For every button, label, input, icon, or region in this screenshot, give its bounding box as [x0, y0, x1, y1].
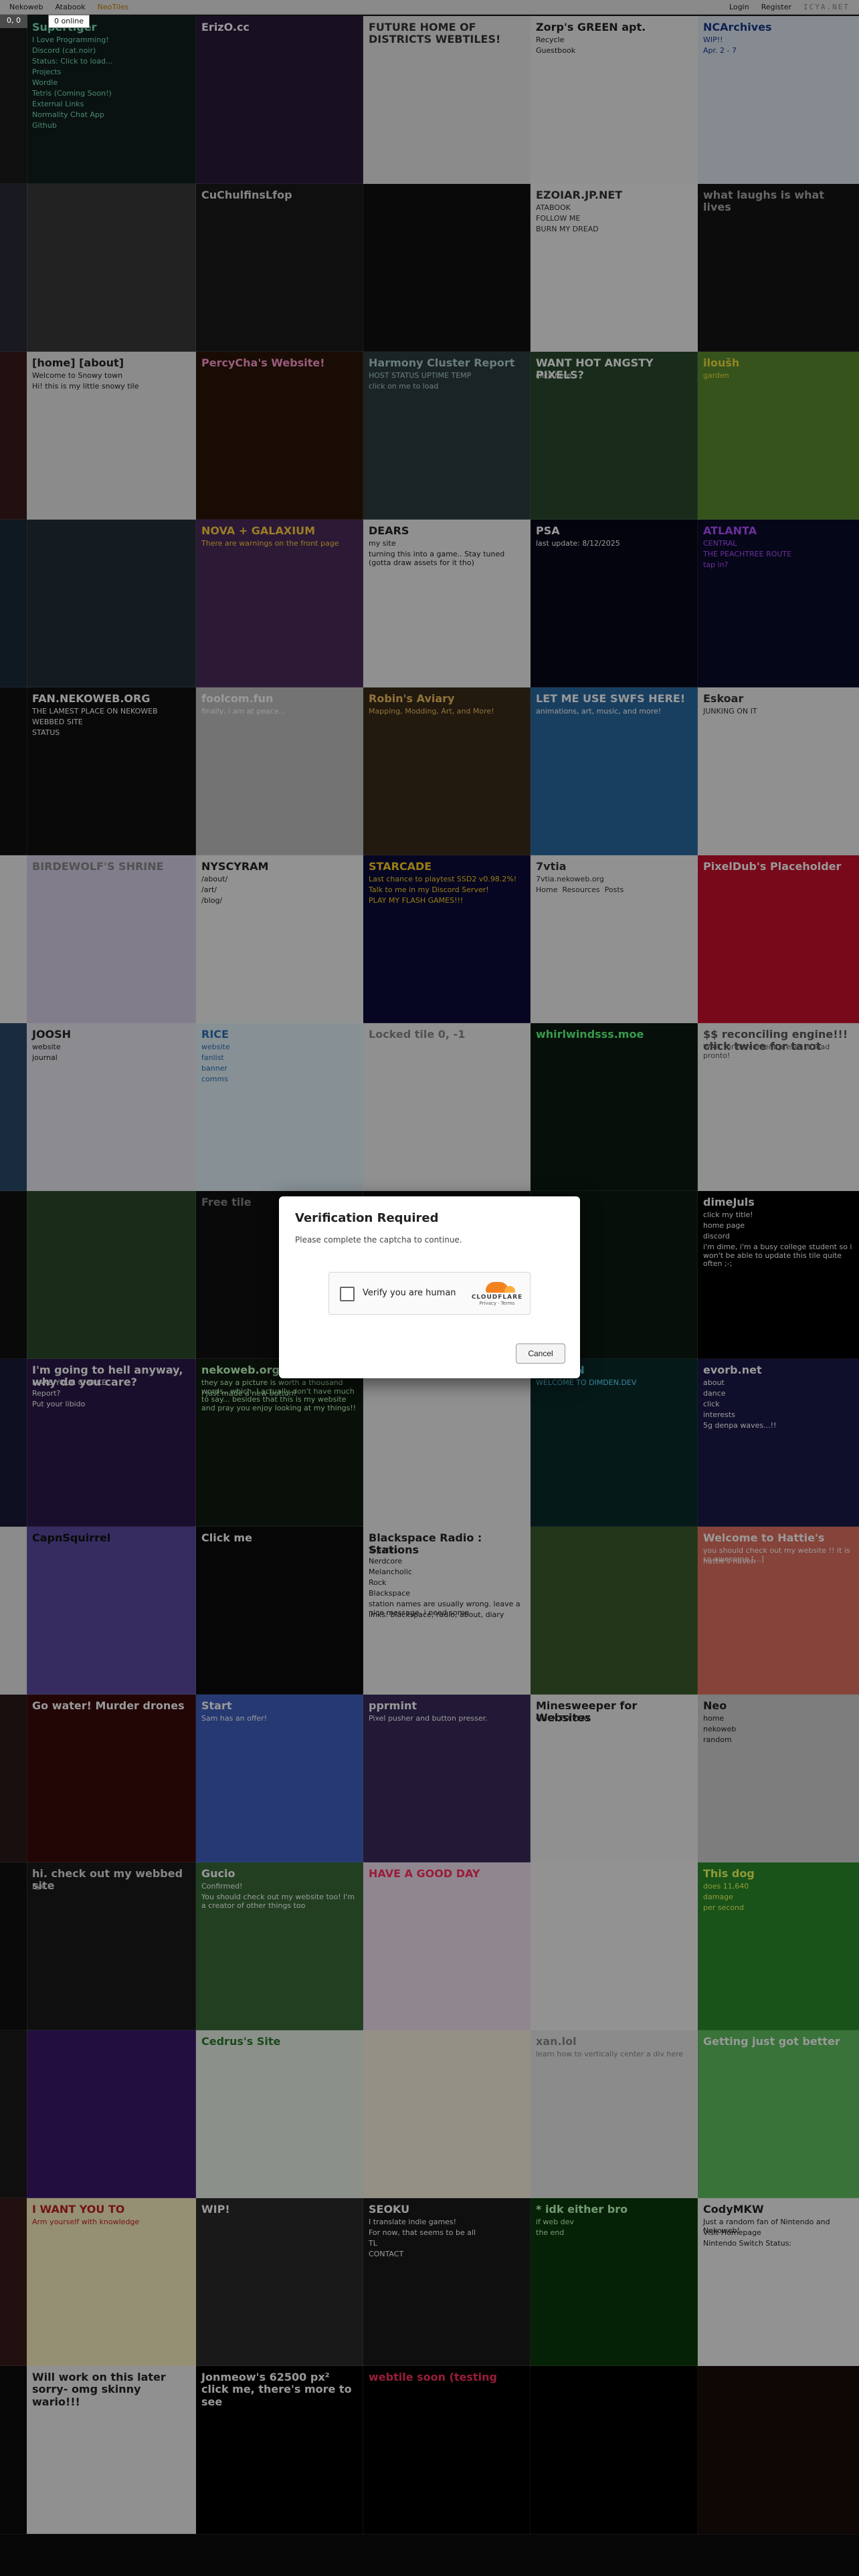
cloudflare-links[interactable]: Privacy · Terms: [471, 1301, 523, 1306]
verification-dialog: Verification Required Please complete th…: [279, 1196, 580, 1378]
captcha-label: Verify you are human: [363, 1288, 456, 1298]
online-count: 0 online: [48, 15, 90, 28]
cancel-button[interactable]: Cancel: [516, 1344, 565, 1364]
dialog-title: Verification Required: [295, 1211, 439, 1225]
captcha-checkbox[interactable]: [340, 1287, 355, 1301]
cloudflare-wordmark: CLOUDFLARE: [471, 1294, 523, 1301]
cloudflare-cloud-icon: [486, 1282, 515, 1293]
dialog-message: Please complete the captcha to continue.: [295, 1235, 462, 1245]
coordinate-readout: 0, 0: [0, 15, 27, 28]
cloudflare-logo: CLOUDFLARE Privacy · Terms: [471, 1282, 523, 1306]
captcha-widget: Verify you are human CLOUDFLARE Privacy …: [328, 1272, 531, 1315]
